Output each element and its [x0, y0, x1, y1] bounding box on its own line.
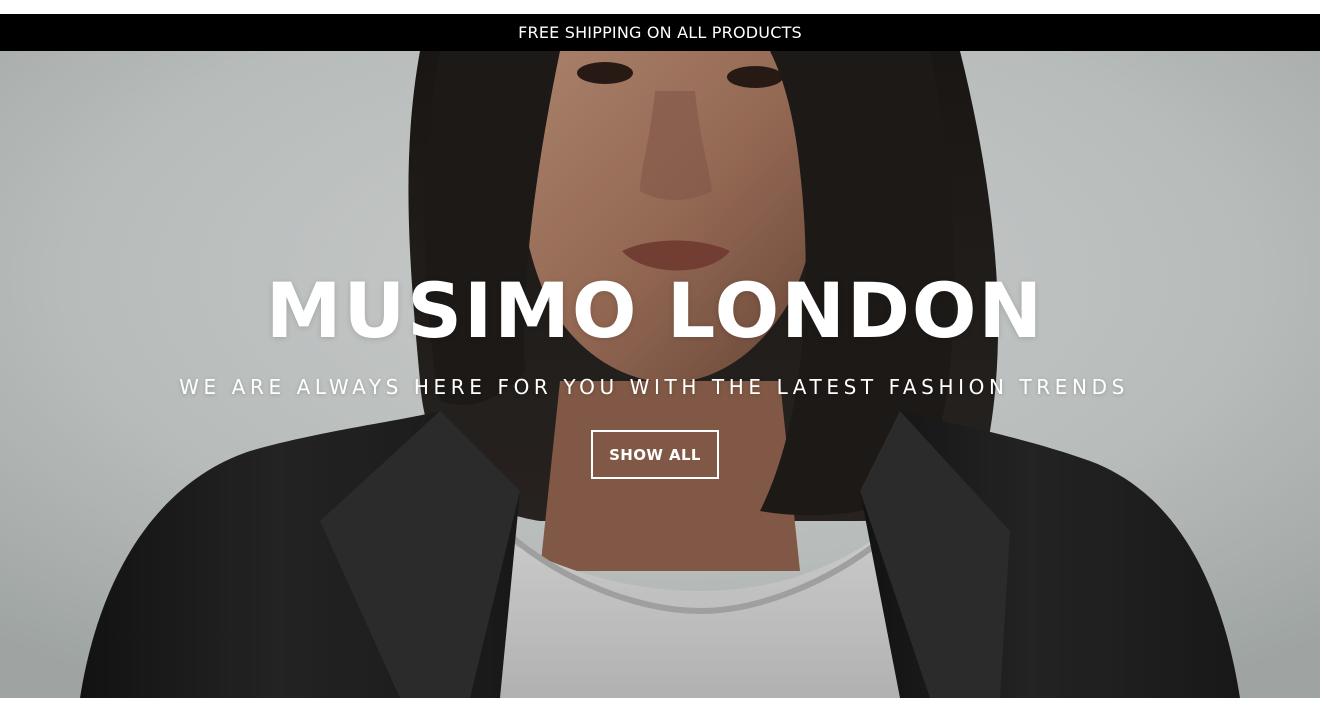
hero-subtitle: WE ARE ALWAYS HERE FOR YOU WITH THE LATE…	[179, 375, 1129, 399]
announcement-bar: FREE SHIPPING ON ALL PRODUCTS	[0, 14, 1320, 51]
hero-content: MUSIMO LONDON WE ARE ALWAYS HERE FOR YOU…	[0, 51, 1320, 698]
announcement-text: FREE SHIPPING ON ALL PRODUCTS	[518, 23, 802, 42]
show-all-button[interactable]: SHOW ALL	[591, 430, 719, 479]
hero-banner: MUSIMO LONDON WE ARE ALWAYS HERE FOR YOU…	[0, 51, 1320, 698]
hero-title: MUSIMO LONDON	[265, 266, 1045, 355]
page-bottom-area	[0, 698, 1320, 723]
top-gap	[0, 0, 1320, 14]
